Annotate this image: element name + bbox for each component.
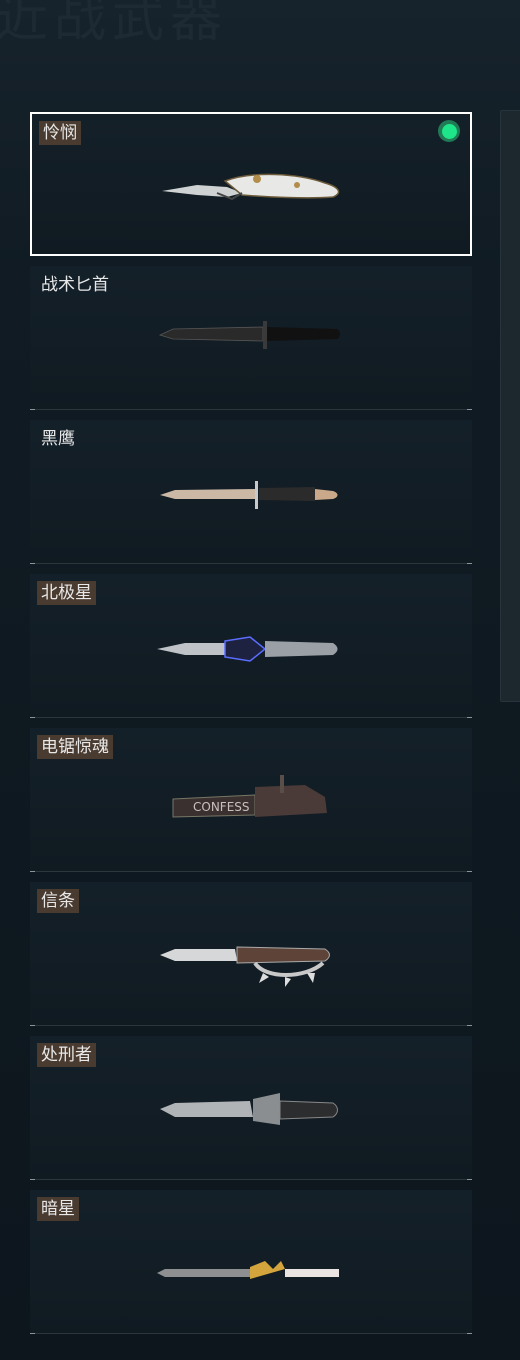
detail-panel [500, 110, 520, 702]
knife-tactical-dagger-icon [158, 321, 340, 349]
knife-polaris-icon [157, 636, 338, 662]
weapon-card-chainsaw[interactable]: 电锯惊魂 CONFESS [30, 728, 472, 872]
weapon-name: 黑鹰 [41, 429, 75, 449]
weapon-card-mercy[interactable]: 怜悯 [30, 112, 472, 256]
weapon-card-creed[interactable]: 信条 [30, 882, 472, 1026]
weapon-name: 信条 [37, 889, 79, 913]
knife-black-eagle-icon [160, 481, 338, 509]
knife-executioner-icon [160, 1093, 338, 1125]
weapon-card-tactical-dagger[interactable]: 战术匕首 [30, 266, 472, 410]
equipped-indicator-icon [438, 120, 460, 142]
weapon-name: 战术匕首 [41, 275, 109, 295]
weapon-card-executioner[interactable]: 处刑者 [30, 1036, 472, 1180]
page-title-faded: 近战武器 [0, 0, 229, 49]
weapon-card-black-eagle[interactable]: 黑鹰 [30, 420, 472, 564]
weapon-name: 暗星 [37, 1197, 79, 1221]
chainsaw-icon: CONFESS [172, 775, 327, 818]
weapon-card-dark-star[interactable]: 暗星 [30, 1190, 472, 1334]
weapon-name: 电锯惊魂 [37, 735, 113, 759]
weapon-name: 处刑者 [37, 1043, 96, 1067]
svg-text:CONFESS: CONFESS [193, 800, 250, 814]
weapon-list: 怜悯 战术匕首 黑鹰 北极星 电锯惊魂 CONFESS 信条 处刑者 暗星 [30, 112, 472, 1344]
knife-dark-star-icon [157, 1261, 339, 1279]
knife-creed-icon [160, 946, 330, 987]
knife-mercy-icon [162, 173, 340, 201]
weapon-name: 北极星 [37, 581, 96, 605]
weapon-name: 怜悯 [39, 121, 81, 145]
weapon-card-polaris[interactable]: 北极星 [30, 574, 472, 718]
